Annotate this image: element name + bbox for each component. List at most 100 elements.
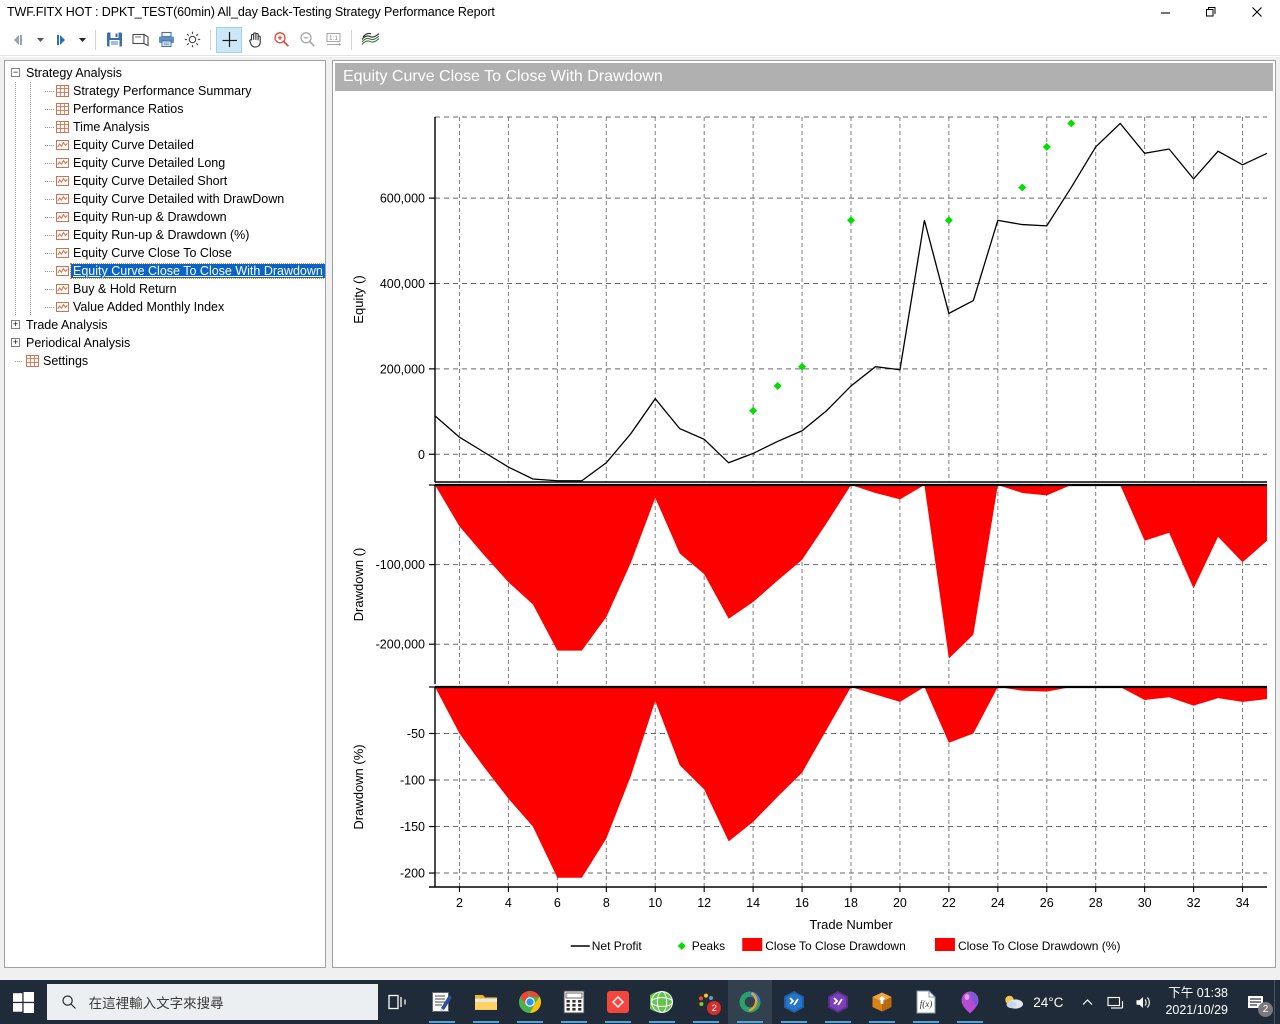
print-button[interactable] [153,27,179,53]
wave-icon[interactable] [357,27,383,53]
clock-time: 下午 01:38 [1168,986,1228,1001]
show-desktop-button[interactable] [1274,980,1280,1024]
tree-indent [24,280,39,298]
tree-item-equity-curve-detailed-short[interactable]: Equity Curve Detailed Short [9,172,325,190]
line-chart-icon [54,301,71,313]
taskbar-running-indicator [957,1020,984,1023]
tree-item-buy-hold-return[interactable]: Buy & Hold Return [9,280,325,298]
tree-item-equity-curve-close-to-close-with-drawdown[interactable]: Equity Curve Close To Close With Drawdow… [9,262,325,280]
multicharts-icon[interactable] [728,980,773,1024]
tree-indent [9,100,24,118]
network-icon[interactable] [1101,995,1129,1010]
tree-item-label: Strategy Analysis [26,66,122,80]
x-axis-title: Trade Number [809,917,893,932]
editor-app-icon[interactable] [420,980,464,1024]
hand-icon[interactable] [242,27,268,53]
file-explorer-icon[interactable] [464,980,508,1024]
one-to-one-icon[interactable]: 1:1 [320,27,346,53]
palette-app-icon[interactable]: 2 [684,980,728,1024]
nav-back-dropdown[interactable] [32,27,48,53]
calculator-icon[interactable] [552,980,596,1024]
page-setup-button[interactable] [127,27,153,53]
tree-item-settings[interactable]: Settings [9,352,325,370]
tree-expander-cell[interactable] [9,352,24,370]
weather-widget[interactable]: 24°C [992,992,1073,1012]
zoom-out-icon[interactable] [294,27,320,53]
tree-item-periodical-analysis[interactable]: + Periodical Analysis [9,334,325,352]
crosshair-tool-button[interactable] [216,26,242,53]
legend-item[interactable]: Close To Close Drawdown [742,938,906,953]
balloon-icon[interactable] [948,980,992,1024]
nav-forward-button[interactable] [48,27,74,53]
navigation-tree-pane[interactable]: − Strategy Analysis Strategy Performance … [4,60,326,968]
globe-browser-icon[interactable] [640,980,684,1024]
tree-item-trade-analysis[interactable]: + Trade Analysis [9,316,325,334]
tree-item-label: Equity Curve Detailed Short [73,174,228,188]
taskbar-running-indicator [869,1020,896,1023]
tree-indent [24,118,39,136]
x-tick-label: 18 [844,896,858,910]
tree-expander-cell[interactable]: + [9,334,24,352]
formula-doc-icon[interactable]: f(x) [904,980,948,1024]
minimize-button[interactable] [1142,0,1188,24]
legend-area-swatch [742,938,763,951]
save-button[interactable] [101,27,127,53]
nav-back-button[interactable] [6,27,32,53]
legend-item[interactable]: Net Profit [570,939,643,953]
tree-item-equity-run-up-drawdown[interactable]: Equity Run-up & Drawdown [9,208,325,226]
tree-item-equity-curve-detailed[interactable]: Equity Curve Detailed [9,136,325,154]
tree-item-equity-curve-detailed-with-drawdown[interactable]: Equity Curve Detailed with DrawDown [9,190,325,208]
red-diamond-app-icon[interactable] [596,980,640,1024]
legend-label: Peaks [692,939,725,953]
chrome-icon[interactable] [508,980,552,1024]
x-tick-label: 4 [505,896,512,910]
tree-expander[interactable]: + [11,320,20,329]
volume-icon[interactable] [1129,995,1159,1010]
package-icon[interactable] [860,980,904,1024]
tree-item-time-analysis[interactable]: Time Analysis [9,118,325,136]
weather-icon [1005,995,1024,1009]
tree-branch [39,172,55,190]
search-box[interactable]: 在這裡輸入文字來搜尋 [46,984,378,1020]
chart-canvas[interactable]: 0 200,000 400,000 600,000 Equity () -100,000 -… [333,93,1276,968]
tree-item-equity-curve-detailed-long[interactable]: Equity Curve Detailed Long [9,154,325,172]
notification-center-button[interactable]: 2 [1238,980,1274,1024]
tree-item-equity-curve-close-to-close[interactable]: Equity Curve Close To Close [9,244,325,262]
line-chart-icon [54,265,71,277]
clock[interactable]: 下午 01:38 2021/10/29 [1159,985,1238,1019]
tree-expander[interactable]: − [11,68,20,77]
legend-item[interactable]: Peaks [677,939,725,953]
clock-date: 2021/10/29 [1165,1003,1228,1017]
task-view-icon[interactable] [378,980,421,1024]
gear-icon[interactable] [179,27,205,53]
tree-expander-cell[interactable]: − [9,64,24,82]
restore-button[interactable] [1188,0,1234,24]
nav-forward-dropdown[interactable] [74,27,90,53]
vs-purple-icon[interactable] [816,980,860,1024]
x-tick-label: 26 [1040,896,1054,910]
line-chart-icon [54,157,71,169]
vs-blue-icon[interactable] [772,980,816,1024]
svg-text:1:1: 1:1 [329,35,338,42]
close-button[interactable] [1234,0,1280,24]
tree-item-equity-run-up-drawdown[interactable]: Equity Run-up & Drawdown (%) [9,226,325,244]
tree-expander[interactable]: + [11,338,20,347]
tree-expander-cell[interactable]: + [9,316,24,334]
weather-temperature: 24°C [1033,994,1064,1010]
tree-item-strategy-performance-summary[interactable]: Strategy Performance Summary [9,82,325,100]
search-input-placeholder: 在這裡輸入文字來搜尋 [88,996,224,1011]
tree-item-label: Equity Curve Detailed [73,138,194,152]
tree-branch [39,298,55,316]
tray-expand-chevron-icon[interactable] [1073,996,1101,1009]
tree-branch [39,208,55,226]
tree-item-performance-ratios[interactable]: Performance Ratios [9,100,325,118]
legend-item[interactable]: Close To Close Drawdown (%) [934,938,1121,953]
tree-item-strategy-analysis[interactable]: − Strategy Analysis [9,64,325,82]
start-button[interactable] [0,980,47,1024]
peak-marker [749,406,758,415]
line-chart-icon [54,193,71,205]
tree-item-value-added-monthly-index[interactable]: Value Added Monthly Index [9,298,325,316]
tree-indent [9,262,24,280]
zoom-in-icon[interactable] [268,27,294,53]
tree-indent [9,82,24,100]
